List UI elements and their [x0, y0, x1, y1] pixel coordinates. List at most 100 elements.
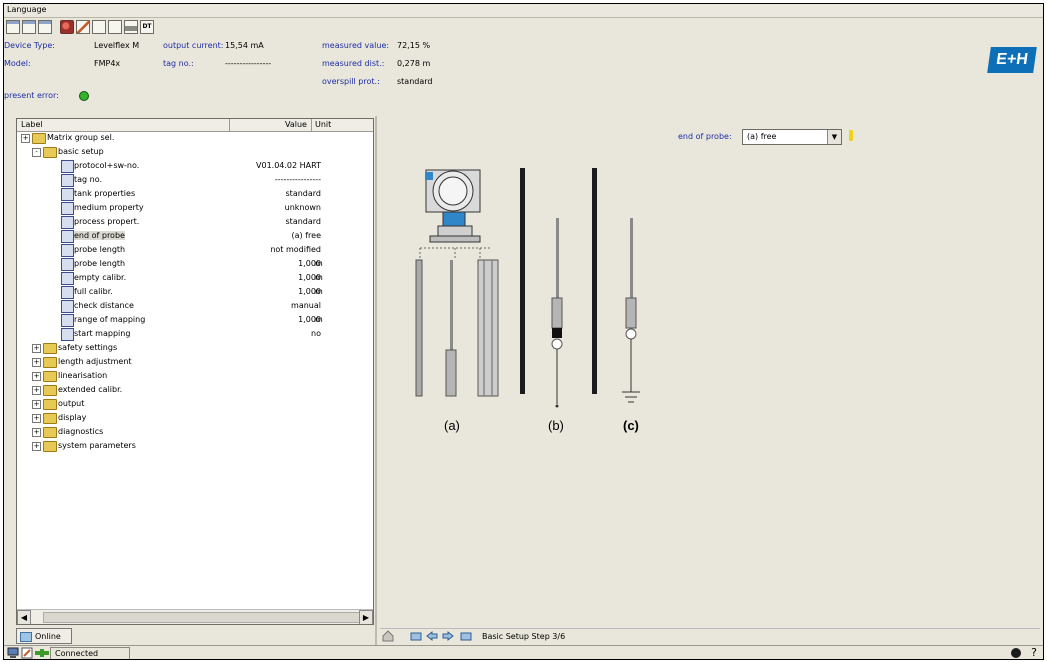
menu-language[interactable]: Language	[7, 5, 46, 14]
print-icon[interactable]	[124, 20, 138, 34]
scroll-right-icon[interactable]: ▶	[359, 610, 373, 624]
tree-parameter[interactable]: full calibr. 1,000 m	[17, 285, 373, 299]
folder-icon	[43, 147, 57, 158]
scrollbar-thumb[interactable]	[43, 612, 360, 623]
edit-icon	[21, 647, 33, 659]
caption-b: (b)	[548, 418, 564, 433]
measured-dist-value: 0,278 m	[397, 59, 431, 68]
collapse-icon[interactable]: -	[32, 148, 41, 157]
tree-parameter[interactable]: probe length 1,000 m	[17, 257, 373, 271]
application-window: Language DT Device Type: Levelflex M Mod…	[3, 3, 1044, 660]
probe-option-c	[622, 218, 640, 403]
checkbox-icon[interactable]	[92, 20, 106, 34]
tree-parameter[interactable]: end of probe (a) free	[17, 229, 373, 243]
tree-label: linearisation	[58, 371, 108, 380]
previous-step-icon[interactable]	[426, 630, 438, 642]
tree-folder[interactable]: + safety settings	[17, 341, 373, 355]
tree-label: Matrix group sel.	[47, 133, 115, 142]
edit-indicator-icon	[849, 130, 853, 141]
online-tab[interactable]: Online	[16, 628, 72, 644]
chevron-down-icon[interactable]: ▼	[827, 130, 841, 144]
status-bar: Connected ?	[4, 645, 1043, 659]
tree-parameter[interactable]: range of mapping 1,000 m	[17, 313, 373, 327]
measured-value-label: measured value:	[322, 41, 390, 50]
expand-icon[interactable]: +	[32, 442, 41, 451]
tree-parameter[interactable]: check distance manual	[17, 299, 373, 313]
tree-folder[interactable]: + output	[17, 397, 373, 411]
tree-value: manual	[291, 301, 321, 310]
tree-unit: m	[315, 273, 323, 282]
last-step-icon[interactable]	[460, 630, 472, 642]
tree-label: safety settings	[58, 343, 118, 352]
setup-step-label: Basic Setup Step 3/6	[482, 632, 566, 641]
dtm-icon[interactable]: DT	[140, 20, 154, 34]
tree-folder[interactable]: + diagnostics	[17, 425, 373, 439]
tree-value: V01.04.02 HART	[256, 161, 321, 170]
column-unit-header[interactable]: Unit	[315, 120, 331, 129]
tree-parameter[interactable]: process propert. standard	[17, 215, 373, 229]
device-icon[interactable]	[60, 20, 74, 34]
tree-parameter[interactable]: start mapping no	[17, 327, 373, 341]
parameter-icon	[61, 230, 74, 243]
tree-parameter[interactable]: protocol+sw-no. V01.04.02 HART	[17, 159, 373, 173]
output-current-label: output current:	[163, 41, 224, 50]
caption-a: (a)	[444, 418, 460, 433]
column-label-header[interactable]: Label	[21, 120, 43, 129]
end-of-probe-select[interactable]: (a) free ▼	[742, 129, 842, 145]
tree-label: tag no.	[74, 175, 103, 184]
expand-icon[interactable]: +	[32, 358, 41, 367]
tree-folder[interactable]: + extended calibr.	[17, 383, 373, 397]
panel-splitter[interactable]	[375, 116, 377, 646]
expand-icon[interactable]: +	[21, 134, 30, 143]
connection-status: Connected	[50, 647, 130, 659]
next-step-icon[interactable]	[442, 630, 454, 642]
tree-folder[interactable]: - basic setup	[17, 145, 373, 159]
graphic-panel: end of probe: (a) free ▼ (a) (b) (c)	[380, 118, 1040, 623]
column-value-header[interactable]: Value	[285, 120, 307, 129]
expand-icon[interactable]: +	[32, 344, 41, 353]
tree-folder[interactable]: + length adjustment	[17, 355, 373, 369]
tree-value: not modified	[270, 245, 321, 254]
folder-icon	[43, 357, 57, 368]
first-step-icon[interactable]	[410, 630, 422, 642]
tree-label: basic setup	[58, 147, 104, 156]
tree-folder[interactable]: + linearisation	[17, 369, 373, 383]
home-icon[interactable]	[382, 630, 394, 642]
step-navigation-bar: Basic Setup Step 3/6	[380, 628, 1040, 643]
tree-parameter[interactable]: medium property unknown	[17, 201, 373, 215]
folder-icon	[43, 413, 57, 424]
device-type-label: Device Type:	[4, 41, 55, 50]
expand-icon[interactable]: +	[32, 414, 41, 423]
connection-status-text: Connected	[55, 649, 99, 658]
probe-option-b	[520, 168, 597, 408]
tree-parameter[interactable]: empty calibr. 1,000 m	[17, 271, 373, 285]
tree-folder[interactable]: + system parameters	[17, 439, 373, 453]
tools-icon[interactable]	[76, 20, 90, 34]
window-layout-1-icon[interactable]	[6, 20, 20, 34]
parameter-icon	[61, 188, 74, 201]
tree-label: check distance	[74, 301, 134, 310]
window-layout-3-icon[interactable]	[38, 20, 52, 34]
expand-icon[interactable]: +	[32, 428, 41, 437]
parameter-icon	[61, 314, 74, 327]
expand-icon[interactable]: +	[32, 372, 41, 381]
save-icon[interactable]	[108, 20, 122, 34]
window-layout-2-icon[interactable]	[22, 20, 36, 34]
tree-label: system parameters	[58, 441, 136, 450]
tree-value: no	[311, 329, 321, 338]
horizontal-scrollbar[interactable]: ◀ ▶	[17, 609, 373, 624]
help-icon[interactable]: ?	[1031, 646, 1037, 659]
tree-parameter[interactable]: probe length not modified	[17, 243, 373, 257]
parameter-icon	[61, 272, 74, 285]
tree-value: standard	[285, 217, 321, 226]
tree-parameter[interactable]: tag no. ----------------	[17, 173, 373, 187]
tree-folder[interactable]: + display	[17, 411, 373, 425]
parameter-icon	[61, 300, 74, 313]
folder-icon	[32, 133, 46, 144]
expand-icon[interactable]: +	[32, 400, 41, 409]
scroll-left-icon[interactable]: ◀	[17, 610, 31, 624]
tree-folder[interactable]: + Matrix group sel.	[17, 131, 373, 145]
status-globe-icon	[1011, 648, 1021, 658]
tree-parameter[interactable]: tank properties standard	[17, 187, 373, 201]
expand-icon[interactable]: +	[32, 386, 41, 395]
